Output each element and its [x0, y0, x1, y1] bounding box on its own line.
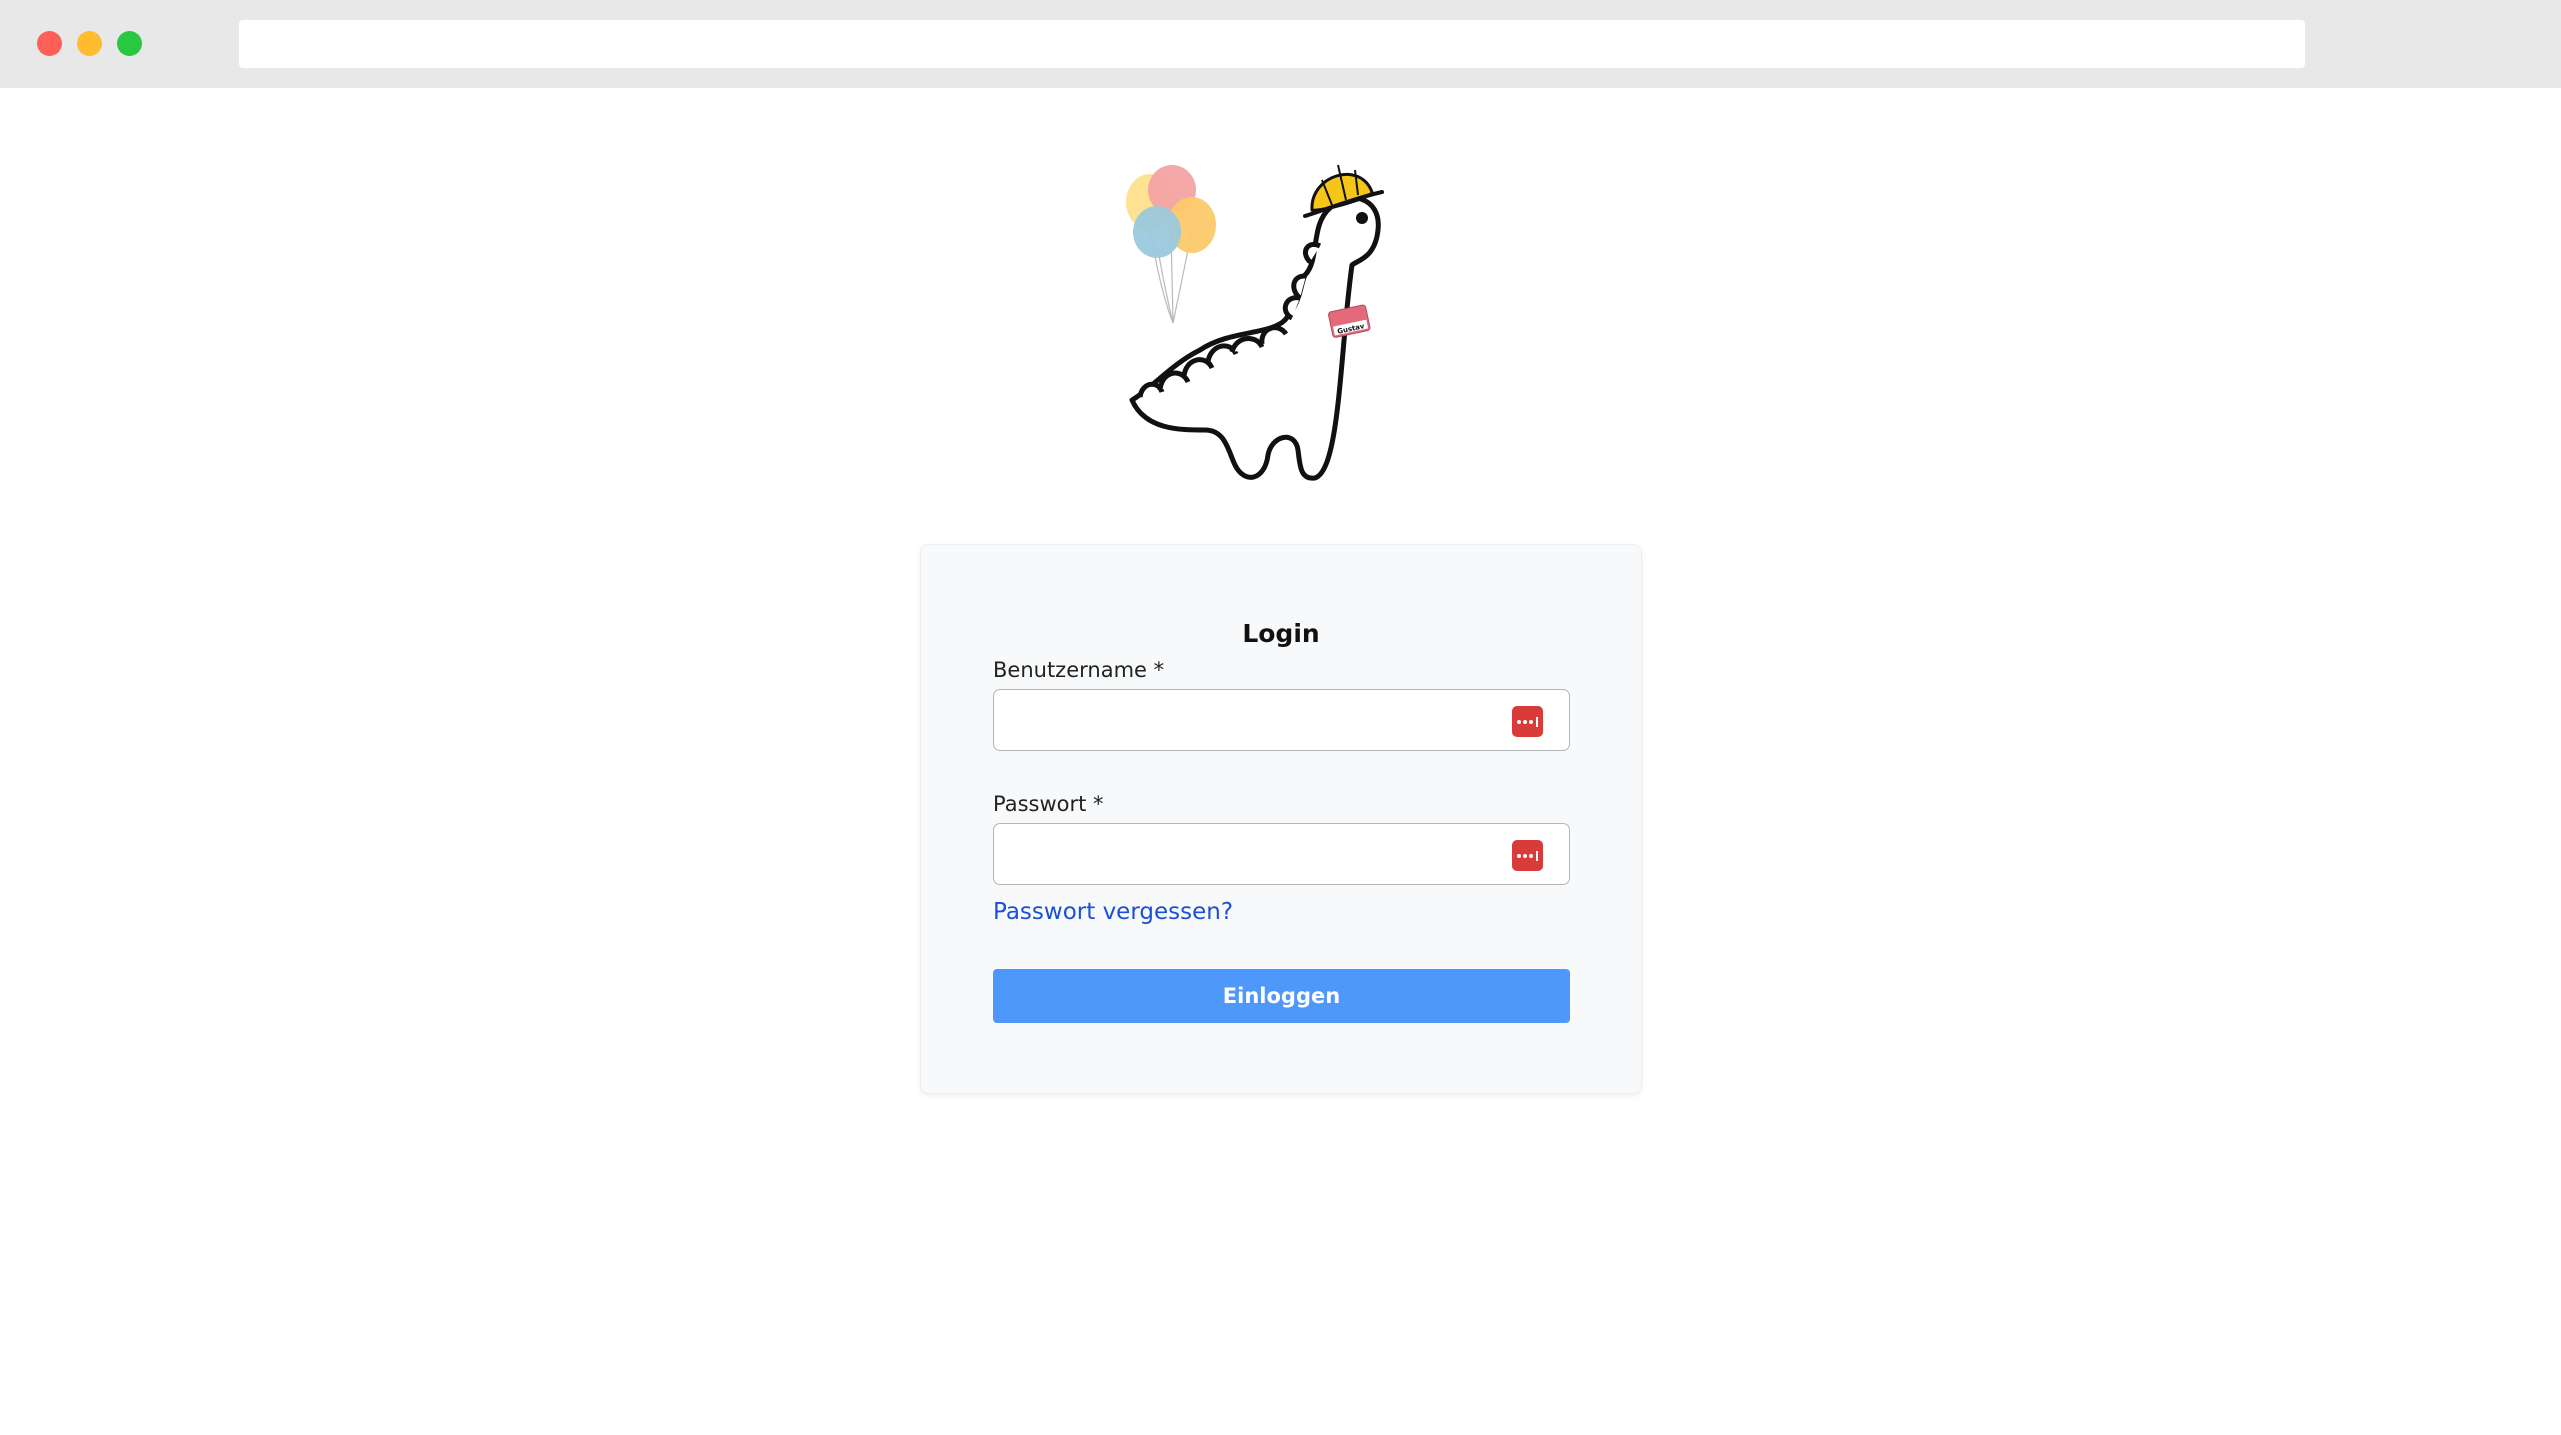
login-button[interactable]: Einloggen	[993, 969, 1570, 1023]
password-manager-icon[interactable]	[1512, 840, 1543, 871]
username-input[interactable]	[994, 690, 1569, 750]
browser-toolbar	[0, 0, 2561, 88]
password-dots-icon	[1516, 850, 1538, 861]
password-input[interactable]	[994, 824, 1569, 884]
password-dots-icon	[1516, 716, 1538, 727]
dinosaur-mascot-icon: Gustav	[1126, 164, 1384, 481]
login-title: Login	[1242, 619, 1320, 648]
blue-balloon	[1133, 206, 1181, 258]
minimize-window-button[interactable]	[77, 31, 102, 56]
forgot-password-link[interactable]: Passwort vergessen?	[993, 899, 1233, 925]
browser-window: Gustav Login Benutzername * Passwort * P…	[0, 0, 2561, 1435]
password-field	[993, 823, 1570, 885]
close-window-button[interactable]	[37, 31, 62, 56]
login-card: Login Benutzername * Passwort * Passwort…	[920, 544, 1642, 1094]
dinosaur-eye	[1356, 212, 1368, 224]
username-field	[993, 689, 1570, 751]
maximize-window-button[interactable]	[117, 31, 142, 56]
password-manager-icon[interactable]	[1512, 706, 1543, 737]
username-label: Benutzername *	[993, 658, 1165, 682]
password-label: Passwort *	[993, 792, 1104, 816]
address-bar[interactable]	[239, 20, 2305, 68]
